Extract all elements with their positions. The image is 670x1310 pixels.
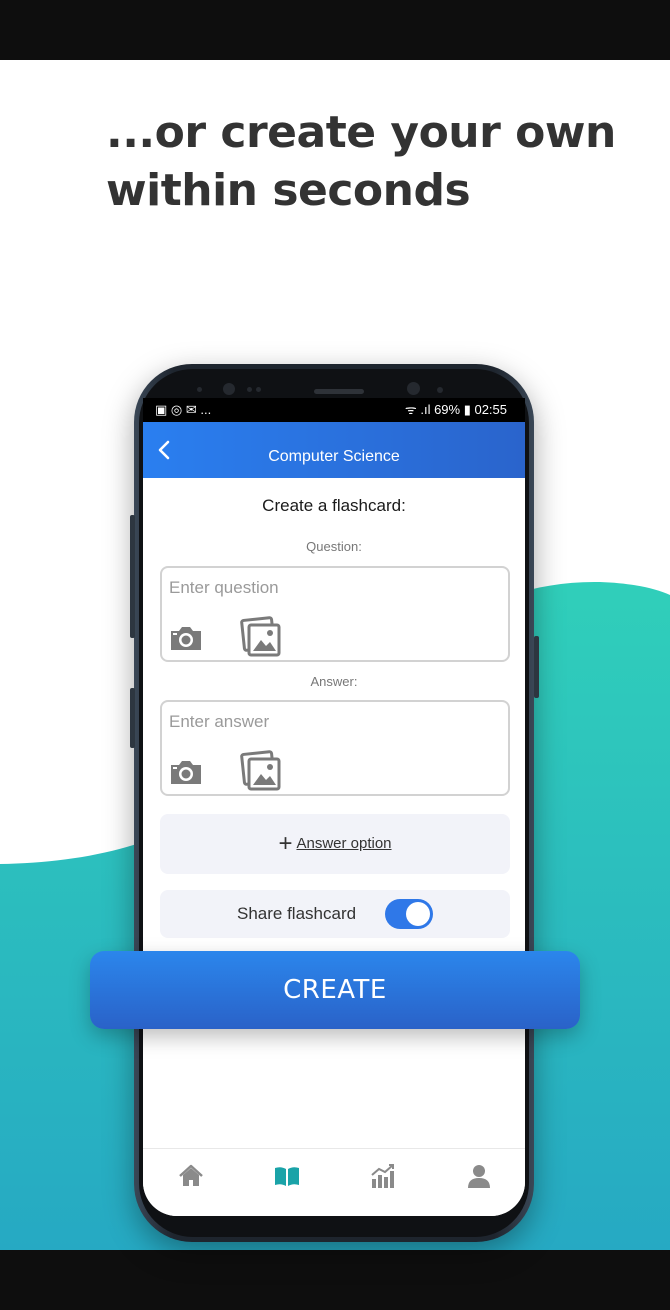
front-camera xyxy=(223,383,235,395)
header-title: Computer Science xyxy=(268,448,400,465)
answer-placeholder: Enter answer xyxy=(169,712,270,731)
sensor xyxy=(197,387,202,392)
share-toggle[interactable] xyxy=(385,899,433,929)
question-placeholder: Enter question xyxy=(169,578,279,597)
gallery-icon[interactable] xyxy=(240,616,282,658)
iris-scanner xyxy=(407,382,420,395)
camera-icon[interactable] xyxy=(168,758,204,786)
top-black-bar xyxy=(0,0,670,60)
answer-option-label: Answer option xyxy=(296,835,392,852)
question-label: Question: xyxy=(306,539,362,554)
volume-button xyxy=(130,515,135,638)
book-icon[interactable] xyxy=(272,1161,302,1191)
share-flashcard-label: Share flashcard xyxy=(237,904,357,923)
question-input[interactable]: Enter question xyxy=(160,566,510,662)
sensor xyxy=(256,387,261,392)
share-flashcard-row: Share flashcard xyxy=(160,890,510,938)
bixby-button xyxy=(130,688,135,748)
home-icon[interactable] xyxy=(176,1161,206,1191)
sensor xyxy=(437,387,443,393)
stats-icon[interactable] xyxy=(368,1161,398,1191)
add-answer-option-button[interactable]: + Answer option xyxy=(160,814,510,874)
bottom-black-bar xyxy=(0,1250,670,1310)
app-header: Computer Science xyxy=(143,422,525,478)
speaker-grille xyxy=(314,389,364,394)
toggle-knob xyxy=(406,902,430,926)
camera-icon[interactable] xyxy=(168,624,204,652)
power-button xyxy=(534,636,539,698)
sensor xyxy=(247,387,252,392)
profile-icon[interactable] xyxy=(464,1161,494,1191)
answer-label: Answer: xyxy=(310,674,358,689)
status-bar: ▣ ◎ ✉ ... ᯤ .ıl 69% ▮ 02:55 xyxy=(143,398,525,422)
phone-screen: ▣ ◎ ✉ ... ᯤ .ıl 69% ▮ 02:55 Computer Sci… xyxy=(143,398,525,1216)
plus-icon: + xyxy=(278,830,293,857)
form-title: Create a flashcard: xyxy=(262,496,406,515)
create-button[interactable]: CREATE xyxy=(90,951,580,1029)
bottom-nav xyxy=(143,1148,525,1216)
headline: ...or create your own within seconds xyxy=(106,107,616,216)
status-indicators: ᯤ .ıl 69% ▮ 02:55 xyxy=(404,402,507,417)
gallery-icon[interactable] xyxy=(240,750,282,792)
answer-input[interactable]: Enter answer xyxy=(160,700,510,796)
status-notifications: ▣ ◎ ✉ ... xyxy=(155,402,212,417)
